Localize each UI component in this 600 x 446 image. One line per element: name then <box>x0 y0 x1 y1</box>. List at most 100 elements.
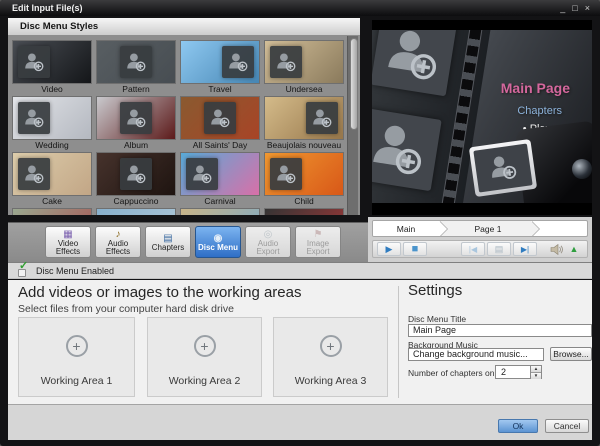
style-item-label: Wedding <box>12 140 92 151</box>
add-video-placeholder-icon <box>380 30 446 88</box>
add-video-placeholder-icon <box>486 151 520 185</box>
ok-button[interactable]: Ok <box>498 419 538 433</box>
tab-audio-export[interactable]: ◎Audio Export <box>245 226 291 258</box>
add-video-placeholder-icon <box>372 117 432 183</box>
add-video-placeholder-icon <box>23 106 45 131</box>
background-music-input[interactable]: Change background music... <box>408 348 544 361</box>
minimize-button[interactable]: _ <box>560 3 565 13</box>
playback-toolbar: ▶ ■ |◀ ▤ ▶| ▲ <box>372 240 588 258</box>
stop-icon: ■ <box>412 245 419 254</box>
add-video-placeholder-icon <box>23 50 45 75</box>
stop-button[interactable]: ■ <box>403 242 427 256</box>
working-area-label: Working Area 1 <box>19 375 134 387</box>
add-file-icon: + <box>320 335 342 357</box>
next-page-button[interactable]: ▶| <box>513 242 537 256</box>
style-item-beaujolais-nouveau[interactable]: Beaujolais nouveau <box>264 96 344 151</box>
video-placeholder-frame[interactable] <box>372 108 442 191</box>
style-item-undersea[interactable]: Undersea <box>264 40 344 95</box>
style-item-label: Cake <box>12 196 92 207</box>
audio-toggle-button[interactable] <box>547 242 565 256</box>
disc-menu-enabled-label: Disc Menu Enabled <box>36 266 114 276</box>
previous-icon: |◀ <box>469 245 477 254</box>
style-item-label: Undersea <box>264 84 344 95</box>
preview-menu-title: Main Page <box>501 80 570 96</box>
tab-label: Audio Effects <box>96 240 140 256</box>
style-item-label: Travel <box>180 84 260 95</box>
chapters-per-page-stepper[interactable]: 2 ▲ ▼ <box>495 365 542 379</box>
speaker-icon <box>550 244 563 255</box>
camcorder-lens <box>572 159 592 179</box>
styles-panel-header: Disc Menu Styles <box>8 18 360 36</box>
style-item-pattern[interactable]: Pattern <box>96 40 176 95</box>
style-item-video[interactable]: Video <box>12 40 92 95</box>
working-area-label: Working Area 2 <box>148 375 261 387</box>
style-item-wedding[interactable]: Wedding <box>12 96 92 151</box>
play-button[interactable]: ▶ <box>377 242 401 256</box>
breadcrumb-page-1[interactable]: Page 1 <box>439 221 531 236</box>
menu-home-icon: ▤ <box>495 245 504 254</box>
style-item-partial[interactable] <box>96 208 176 215</box>
style-item-album[interactable]: Album <box>96 96 176 151</box>
cancel-button[interactable]: Cancel <box>545 419 589 433</box>
working-area-1[interactable]: + Working Area 1 <box>18 317 135 397</box>
video-placeholder-frame[interactable] <box>372 30 457 96</box>
tab-chapters[interactable]: ▤Chapters <box>145 226 191 258</box>
browse-button[interactable]: Browse... <box>550 347 592 361</box>
style-item-label: Album <box>96 140 176 151</box>
tab-label: Chapters <box>152 244 184 252</box>
add-file-icon: + <box>66 335 88 357</box>
style-item-child[interactable]: Child <box>264 152 344 207</box>
style-item-carnival[interactable]: Carnival <box>180 152 260 207</box>
spin-up-icon[interactable]: ▲ <box>531 366 541 373</box>
style-item-label: All Saints' Day <box>180 140 260 151</box>
style-item-label: Child <box>264 196 344 207</box>
main-content: Add videos or images to the working area… <box>8 280 592 404</box>
tab-label: Video Effects <box>46 240 90 256</box>
tab-audio-effects[interactable]: ♪Audio Effects <box>95 226 141 258</box>
styles-scrollbar[interactable] <box>347 36 358 215</box>
audio-export-icon: ◎ <box>264 229 273 240</box>
menu-home-button[interactable]: ▤ <box>487 242 511 256</box>
style-item-partial[interactable] <box>12 208 92 215</box>
tab-disc-menu[interactable]: ◉Disc Menu <box>195 226 241 258</box>
style-item-cappuccino[interactable]: Cappuccino <box>96 152 176 207</box>
disc-menu-title-input[interactable]: Main Page <box>408 324 592 337</box>
style-item-partial[interactable] <box>264 208 344 215</box>
spin-down-icon[interactable]: ▼ <box>531 373 541 379</box>
disc-menu-title-label: Disc Menu Title <box>408 314 466 324</box>
maximize-button[interactable]: □ <box>572 3 577 13</box>
volume-button[interactable]: ▲ <box>567 242 581 256</box>
camcorder-graphic <box>472 121 592 203</box>
breadcrumb-main[interactable]: Main <box>373 221 439 236</box>
style-item-cake[interactable]: Cake <box>12 152 92 207</box>
disc-menu-styles-grid: Video Pattern Travel Undersea Wedding Album Al… <box>8 36 360 215</box>
tab-image-export[interactable]: ⚑Image Export <box>295 226 341 258</box>
add-video-placeholder-icon <box>125 50 147 75</box>
preview-chapters-link[interactable]: Chapters <box>517 105 562 117</box>
add-video-placeholder-icon <box>275 162 297 187</box>
tab-video-effects[interactable]: ▦Video Effects <box>45 226 91 258</box>
disc-menu-enabled-checkbox[interactable]: ✓ <box>18 265 31 277</box>
style-item-all-saints-day[interactable]: All Saints' Day <box>180 96 260 151</box>
add-video-placeholder-icon <box>311 106 333 131</box>
add-video-placeholder-icon <box>275 50 297 75</box>
working-area-3[interactable]: + Working Area 3 <box>273 317 388 397</box>
window-title: Edit Input File(s) <box>12 3 83 13</box>
previous-page-button[interactable]: |◀ <box>461 242 485 256</box>
settings-divider <box>398 286 399 398</box>
style-item-travel[interactable]: Travel <box>180 40 260 95</box>
disc-menu-enabled-row: ✓ Disc Menu Enabled <box>8 262 592 279</box>
chapters-icon: ▤ <box>163 233 172 244</box>
scrollbar-thumb[interactable] <box>350 38 358 130</box>
style-item-partial[interactable] <box>180 208 260 215</box>
style-item-label: Beaujolais nouveau <box>264 140 344 151</box>
chapters-per-page-value: 2 <box>501 367 506 377</box>
add-video-placeholder-icon <box>209 106 231 131</box>
add-video-placeholder-icon <box>125 106 147 131</box>
style-item-label: Pattern <box>96 84 176 95</box>
working-area-label: Working Area 3 <box>274 375 387 387</box>
close-button[interactable]: × <box>585 3 590 13</box>
audio-effects-icon: ♪ <box>116 229 121 240</box>
add-video-placeholder-icon <box>23 162 45 187</box>
working-area-2[interactable]: +Working Area 2 <box>147 317 262 397</box>
